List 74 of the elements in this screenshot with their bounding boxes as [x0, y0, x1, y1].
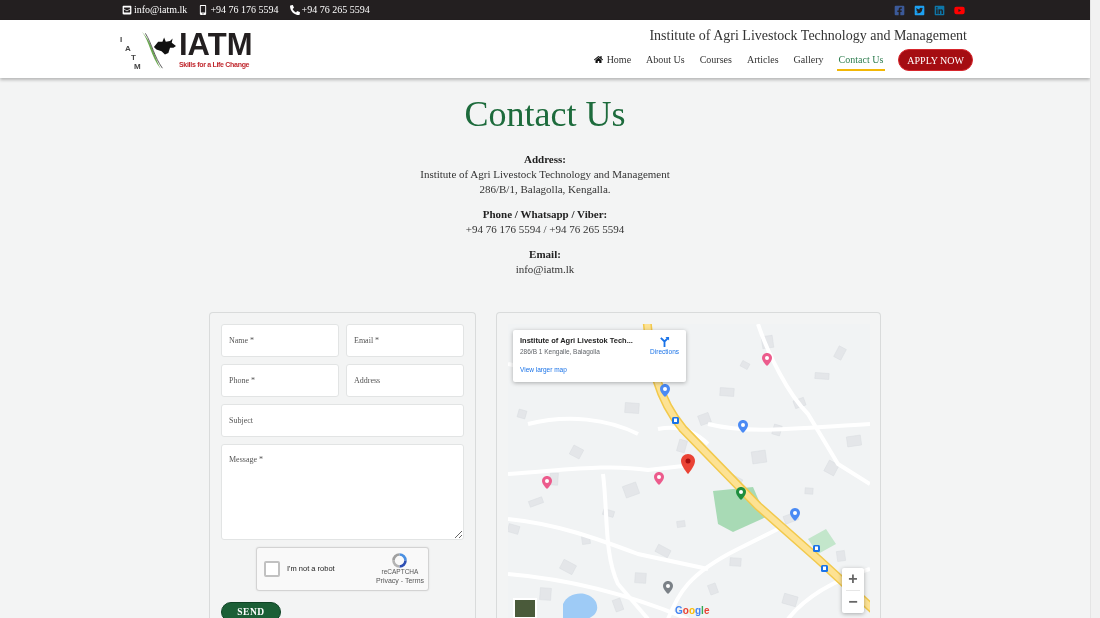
building — [602, 508, 615, 518]
phone-icon — [289, 5, 300, 15]
input-field[interactable]: Name * — [221, 324, 339, 357]
contact-text: +94 76 176 5594 — [210, 4, 279, 16]
map-marker-icon — [790, 508, 800, 521]
nav-link[interactable]: Gallery — [791, 49, 826, 71]
building — [516, 408, 528, 420]
building — [823, 459, 840, 477]
home-icon — [593, 54, 603, 64]
input-field[interactable]: Email * — [346, 324, 464, 357]
youtube-icon[interactable] — [954, 4, 965, 16]
building — [771, 423, 783, 437]
map-marker-icon — [738, 420, 748, 433]
logo-text: IATM — [179, 29, 253, 60]
map-marker-icon — [762, 353, 772, 366]
nav-link[interactable]: Contact Us — [836, 49, 886, 71]
map-marker-icon — [542, 476, 552, 489]
nav-link[interactable]: About Us — [644, 49, 687, 71]
google-logo: Google — [675, 605, 710, 617]
site-title: Institute of Agri Livestock Technology and Management — [649, 28, 968, 44]
zoom-in-button[interactable]: + — [842, 568, 864, 590]
input-field[interactable]: Subject — [221, 404, 464, 437]
apply-now-button[interactable]: APPLY NOW — [898, 49, 973, 71]
building — [676, 438, 688, 454]
building — [508, 523, 521, 535]
building — [654, 543, 672, 559]
info-label: Email: — [529, 247, 561, 262]
message-field[interactable]: Message * — [221, 444, 464, 540]
info-text: info@iatm.lk — [515, 262, 575, 277]
info-label: Phone / Whatsapp / Viber: — [482, 207, 608, 222]
info-text: Institute of Agri Livestock Technology and Management — [420, 167, 670, 182]
building — [549, 472, 559, 486]
directions-icon — [659, 336, 671, 347]
logo-letter: M — [134, 62, 141, 71]
page-heading: Contact Us — [464, 94, 626, 134]
map-marker-icon — [736, 487, 746, 500]
building — [581, 535, 591, 545]
nav-link[interactable]: Articles — [744, 49, 781, 71]
logo-letter: T — [131, 53, 136, 62]
checkbox[interactable] — [264, 561, 280, 577]
photo-placeholder[interactable] — [513, 598, 537, 618]
lake — [563, 593, 598, 618]
mobile-phone-icon — [198, 5, 209, 15]
logo-letter: I — [120, 35, 123, 44]
building — [611, 597, 625, 613]
envelope-icon — [122, 5, 132, 15]
linkedin-icon[interactable] — [934, 4, 945, 16]
contact-text: +94 76 265 5594 — [301, 4, 370, 16]
contact-text: info@iatm.lk — [134, 4, 188, 16]
nav-link[interactable]: Courses — [697, 49, 734, 71]
info-text: +94 76 176 5594 / +94 76 265 5594 — [465, 222, 625, 237]
twitter-icon[interactable] — [914, 4, 925, 16]
map-marker-icon — [663, 581, 673, 594]
info-label: Address: — [524, 152, 566, 167]
map-marker-icon — [660, 384, 670, 397]
location-pin-icon[interactable] — [681, 454, 695, 474]
nav-link[interactable]: Home — [591, 49, 634, 71]
bus-stop-icon — [813, 545, 820, 552]
input-field[interactable]: Phone * — [221, 364, 339, 397]
recaptcha-logo-icon — [392, 553, 408, 568]
park — [713, 487, 766, 532]
map-marker-icon — [654, 472, 664, 485]
building — [729, 557, 742, 567]
bus-stop-icon — [672, 417, 679, 424]
building — [697, 412, 712, 426]
input-field[interactable]: Address — [346, 364, 464, 397]
info-text: 286/B/1, Balagolla, Kengalla. — [479, 182, 611, 197]
zoom-out-button[interactable]: − — [842, 591, 864, 613]
building — [792, 397, 807, 409]
send-button[interactable]: SEND — [221, 602, 281, 618]
bus-stop-icon — [821, 565, 828, 572]
logo-letter: A — [125, 44, 131, 53]
building — [781, 593, 799, 607]
facebook-icon[interactable] — [894, 4, 905, 16]
